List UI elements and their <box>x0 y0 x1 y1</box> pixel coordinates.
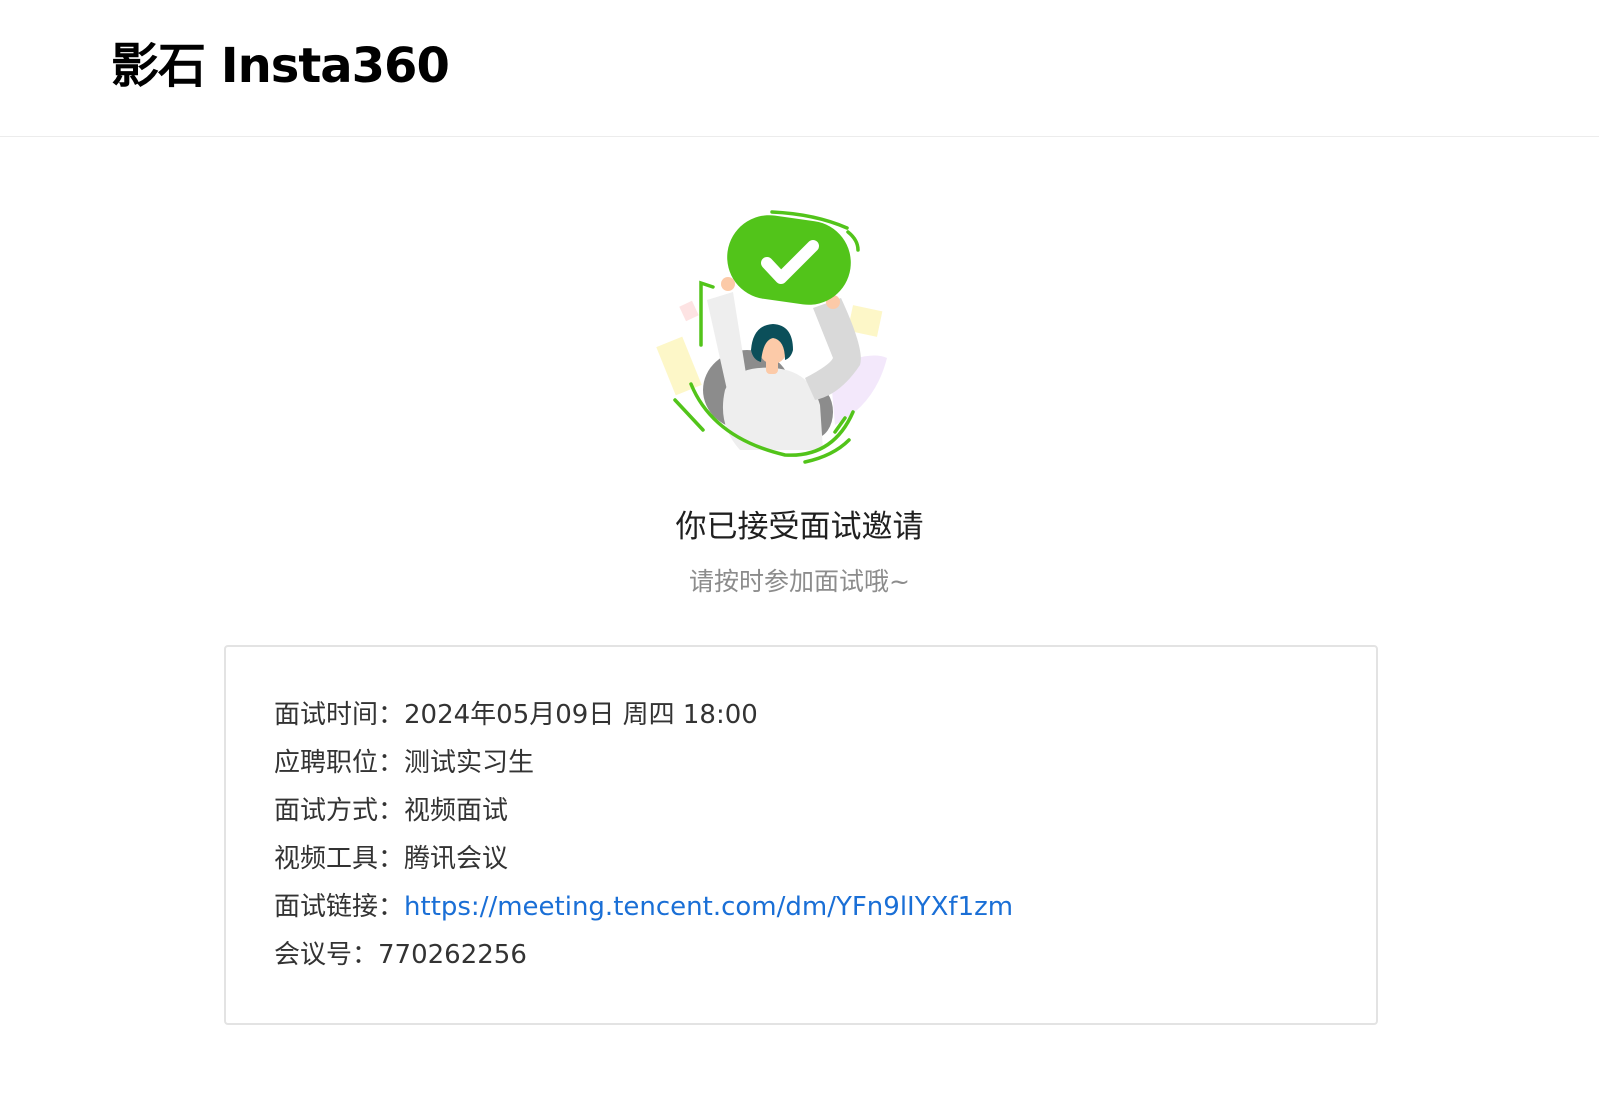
detail-label: 面试方式： <box>274 796 405 826</box>
detail-label: 面试时间： <box>274 700 405 730</box>
detail-label: 视频工具： <box>274 844 405 874</box>
detail-value: 2024年05月09日 周四 18:00 <box>404 700 758 730</box>
detail-label: 会议号： <box>274 940 379 970</box>
detail-row-link: 面试链接：https://meeting.tencent.com/dm/YFn9… <box>274 883 1013 931</box>
page: 影石 Insta360 你已接受面试邀请 请按时参加面试哦~ 面试时间：2024… <box>0 0 1599 1104</box>
detail-value: 视频面试 <box>404 796 509 826</box>
header-bar: 影石 Insta360 <box>0 0 1599 137</box>
page-subtitle: 请按时参加面试哦~ <box>689 567 910 596</box>
success-illustration <box>656 210 887 464</box>
detail-label: 应聘职位： <box>274 748 405 778</box>
detail-value: 腾讯会议 <box>404 844 509 874</box>
meeting-link[interactable]: https://meeting.tencent.com/dm/YFn9lIYXf… <box>404 892 1013 922</box>
detail-value: 测试实习生 <box>404 748 535 778</box>
detail-row-meeting-id: 会议号：770262256 <box>274 931 1013 979</box>
detail-value: 770262256 <box>378 940 527 970</box>
detail-row-tool: 视频工具：腾讯会议 <box>274 835 1013 883</box>
details-list: 面试时间：2024年05月09日 周四 18:00 应聘职位：测试实习生 面试方… <box>274 691 1013 979</box>
detail-row-method: 面试方式：视频面试 <box>274 787 1013 835</box>
page-title: 你已接受面试邀请 <box>675 509 924 545</box>
detail-row-position: 应聘职位：测试实习生 <box>274 739 1013 787</box>
detail-row-time: 面试时间：2024年05月09日 周四 18:00 <box>274 691 1013 739</box>
detail-label: 面试链接： <box>274 892 405 922</box>
interview-details-card: 面试时间：2024年05月09日 周四 18:00 应聘职位：测试实习生 面试方… <box>224 645 1378 1025</box>
brand-logo[interactable]: 影石 Insta360 <box>111 37 450 95</box>
